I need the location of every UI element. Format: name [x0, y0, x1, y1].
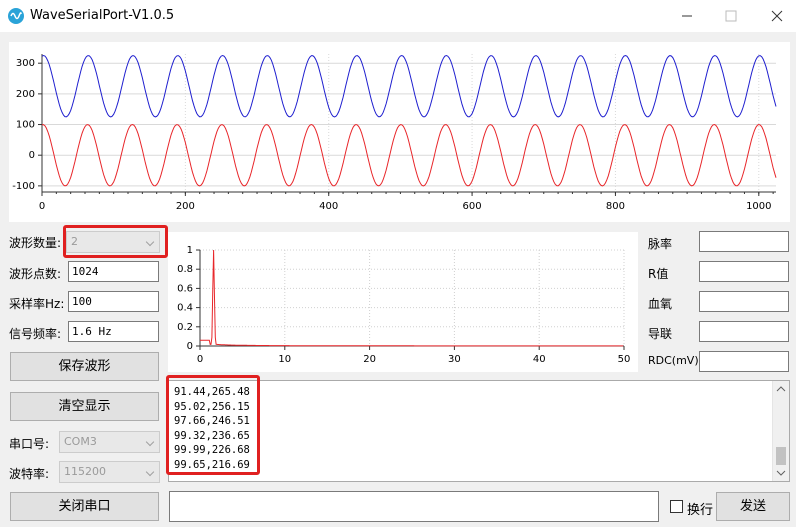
- lead-label: 导联: [648, 327, 673, 341]
- spo2-label: 血氧: [648, 297, 673, 311]
- x-tick-label: 30: [448, 354, 461, 365]
- port-label: 串口号:: [9, 437, 50, 451]
- r-value-input[interactable]: [699, 261, 789, 282]
- chevron-down-icon: [145, 437, 155, 447]
- x-tick-label: 400: [319, 201, 338, 212]
- y-tick-label: 1: [187, 245, 193, 256]
- y-tick-label: 100: [16, 120, 35, 131]
- baud-value: 115200: [64, 465, 106, 478]
- y-tick-label: 0.4: [177, 303, 193, 314]
- y-tick-label: 200: [16, 89, 35, 100]
- spectrum-plot-panel: 0 10 20 30 40 50 1 0.8 0.6 0.4 0.2 0: [168, 232, 638, 372]
- points-label: 波形点数:: [9, 267, 62, 281]
- clear-display-button[interactable]: 清空显示: [10, 392, 159, 421]
- port-value: COM3: [64, 435, 97, 448]
- x-tick-label: 200: [176, 201, 195, 212]
- r-value-label: R值: [648, 267, 669, 281]
- x-tick-label: 0: [197, 354, 203, 365]
- y-tick-label: 0: [187, 341, 193, 352]
- x-tick-label: 0: [39, 201, 45, 212]
- sample-rate-input[interactable]: 100: [68, 291, 159, 312]
- window-title: WaveSerialPort-V1.0.5: [30, 8, 175, 23]
- receive-textarea[interactable]: 91.44,265.48 95.02,256.15 97.66,246.51 9…: [168, 380, 790, 482]
- maximize-icon[interactable]: [716, 4, 746, 28]
- y-tick-label: 0.8: [177, 264, 193, 275]
- signal-freq-input[interactable]: 1.6 Hz: [68, 321, 159, 342]
- app-wave-icon: [8, 8, 24, 24]
- scroll-down-icon: [776, 470, 786, 476]
- newline-checkbox[interactable]: [670, 500, 683, 513]
- lead-input[interactable]: [699, 321, 789, 342]
- y-tick-label: -100: [12, 181, 35, 192]
- wave-plot-panel: 0 200 400 600 800 1000 300 200 100 0 -100: [9, 42, 790, 222]
- x-tick-label: 10: [278, 354, 291, 365]
- points-input[interactable]: 1024: [68, 261, 159, 282]
- save-wave-button[interactable]: 保存波形: [10, 352, 159, 381]
- send-input[interactable]: [169, 491, 659, 522]
- wave-plot: 0 200 400 600 800 10003002001000-100: [12, 54, 777, 212]
- rdc-input[interactable]: [699, 351, 789, 372]
- wave-count-label: 波形数量:: [9, 236, 62, 250]
- port-select[interactable]: COM3: [59, 431, 160, 453]
- spectrum-plot: 0 10 20 30 40 50 1 0.8 0.6 0.4 0.2 0: [177, 245, 631, 365]
- sample-rate-label: 采样率Hz:: [9, 297, 65, 311]
- y-tick-label: 0.6: [177, 283, 193, 294]
- baud-label: 波特率:: [9, 467, 50, 481]
- y-tick-label: 0.2: [177, 322, 193, 333]
- x-tick-label: 800: [606, 201, 625, 212]
- x-tick-label: 50: [618, 354, 631, 365]
- spo2-input[interactable]: [699, 291, 789, 312]
- send-button[interactable]: 发送: [716, 492, 790, 521]
- y-tick-label: 300: [16, 58, 35, 69]
- x-tick-label: 600: [463, 201, 482, 212]
- scrollbar-thumb: [776, 447, 786, 465]
- highlight-box: [63, 225, 168, 258]
- x-tick-label: 1000: [746, 201, 771, 212]
- title-bar: WaveSerialPort-V1.0.5: [0, 0, 796, 32]
- scroll-up-icon: [776, 386, 786, 392]
- signal-freq-label: 信号频率:: [9, 327, 62, 341]
- spectrum-series: [200, 249, 624, 347]
- scrollbar-track: [776, 386, 786, 476]
- wave-series-blue: [41, 54, 777, 118]
- baud-select[interactable]: 115200: [59, 461, 160, 483]
- highlight-box: [166, 375, 260, 475]
- newline-label: 换行: [687, 503, 714, 518]
- receive-scrollbar[interactable]: [772, 381, 789, 481]
- close-icon[interactable]: [762, 4, 792, 28]
- close-port-button[interactable]: 关闭串口: [10, 492, 159, 521]
- minimize-icon[interactable]: [672, 4, 702, 28]
- x-tick-label: 40: [533, 354, 546, 365]
- x-tick-label: 20: [363, 354, 376, 365]
- pulse-input[interactable]: [699, 231, 789, 252]
- pulse-label: 脉率: [648, 237, 673, 251]
- y-tick-label: 0: [29, 150, 35, 161]
- rdc-label: RDC(mV):: [648, 354, 703, 367]
- chevron-down-icon: [145, 467, 155, 477]
